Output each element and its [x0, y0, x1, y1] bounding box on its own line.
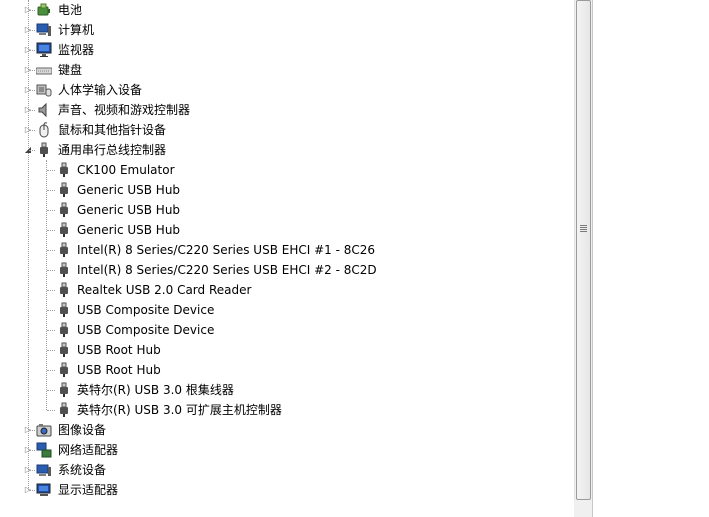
usb-device-item[interactable]: Intel(R) 8 Series/C220 Series USB EHCI #… [0, 260, 574, 280]
tree-item-label: 声音、视频和游戏控制器 [58, 103, 191, 117]
tree-connector [29, 430, 35, 431]
system-device-icon [36, 462, 52, 478]
usb-device-label: USB Root Hub [77, 343, 161, 357]
computer-icon [36, 22, 52, 38]
tree-item-monitor[interactable]: 监视器 [0, 40, 574, 60]
usb-device-icon [56, 322, 72, 338]
usb-device-label: 英特尔(R) USB 3.0 可扩展主机控制器 [77, 403, 282, 417]
tree-item-label: 人体学输入设备 [58, 83, 143, 97]
tree-connector [29, 470, 35, 471]
usb-device-label: Generic USB Hub [77, 183, 181, 197]
usb-device-icon [56, 302, 72, 318]
usb-device-item[interactable]: Generic USB Hub [0, 220, 574, 240]
tree-item-label: 通用串行总线控制器 [58, 143, 167, 157]
usb-device-item[interactable]: USB Root Hub [0, 360, 574, 380]
usb-device-label: CK100 Emulator [77, 163, 175, 177]
tree-item-label: 网络适配器 [58, 443, 119, 457]
tree-item-label: 电池 [58, 3, 83, 17]
tree-connector [29, 490, 35, 491]
tree-connector [29, 130, 35, 131]
keyboard-icon [35, 62, 53, 78]
usb-device-icon [56, 362, 72, 378]
usb-device-item[interactable]: Generic USB Hub [0, 200, 574, 220]
tree-item-system[interactable]: 系统设备 [0, 460, 574, 480]
tree-connector [29, 110, 35, 111]
usb-device-item[interactable]: CK100 Emulator [0, 160, 574, 180]
tree-connector [29, 50, 35, 51]
usb-device-label: Generic USB Hub [77, 223, 181, 237]
usb-device-icon [56, 382, 72, 398]
tree-item-battery[interactable]: 电池 [0, 0, 574, 20]
camera-icon [36, 422, 52, 438]
network-adapter-icon [36, 442, 52, 458]
tree-item-label: 键盘 [58, 63, 83, 77]
speaker-icon [36, 102, 52, 118]
tree-connector [29, 450, 35, 451]
vertical-scrollbar[interactable] [574, 0, 592, 517]
tree-item-mouse[interactable]: 鼠标和其他指针设备 [0, 120, 574, 140]
tree-item-label: 系统设备 [58, 463, 107, 477]
battery-icon [36, 2, 52, 18]
usb-device-icon [56, 342, 72, 358]
usb-device-icon [56, 242, 72, 258]
usb-device-icon [56, 282, 72, 298]
usb-device-item[interactable]: Realtek USB 2.0 Card Reader [0, 280, 574, 300]
hid-icon [36, 82, 52, 98]
tree-item-label: 监视器 [58, 43, 95, 57]
tree-item-display-adapters[interactable]: 显示适配器 [0, 480, 574, 500]
tree-item-label: 显示适配器 [58, 483, 119, 497]
usb-device-item[interactable]: 英特尔(R) USB 3.0 根集线器 [0, 380, 574, 400]
usb-device-item[interactable]: USB Composite Device [0, 300, 574, 320]
usb-device-item[interactable]: Intel(R) 8 Series/C220 Series USB EHCI #… [0, 240, 574, 260]
tree-item-label: 鼠标和其他指针设备 [58, 123, 167, 137]
device-tree: 电池 计算机 监视器 键盘 [0, 0, 574, 517]
monitor-icon [36, 42, 52, 58]
tree-item-label: 图像设备 [58, 423, 107, 437]
usb-device-icon [56, 202, 72, 218]
tree-connector [29, 10, 35, 11]
tree-item-label: 计算机 [58, 23, 95, 37]
usb-icon [36, 142, 52, 158]
usb-device-label: USB Root Hub [77, 363, 161, 377]
usb-device-item[interactable]: USB Root Hub [0, 340, 574, 360]
tree-item-imaging[interactable]: 图像设备 [0, 420, 574, 440]
tree-connector [29, 30, 35, 31]
scrollbar-thumb[interactable] [576, 0, 591, 500]
tree-item-keyboard[interactable]: 键盘 [0, 60, 574, 80]
window-border [592, 0, 597, 517]
mouse-icon [36, 122, 52, 138]
usb-device-icon [56, 162, 72, 178]
tree-item-sound[interactable]: 声音、视频和游戏控制器 [0, 100, 574, 120]
usb-device-label: Intel(R) 8 Series/C220 Series USB EHCI #… [77, 243, 376, 257]
usb-device-item[interactable]: Generic USB Hub [0, 180, 574, 200]
usb-device-label: Generic USB Hub [77, 203, 181, 217]
usb-device-label: USB Composite Device [77, 303, 215, 317]
usb-device-item[interactable]: 英特尔(R) USB 3.0 可扩展主机控制器 [0, 400, 574, 420]
usb-device-icon [56, 262, 72, 278]
display-adapter-icon [36, 482, 52, 498]
tree-item-network[interactable]: 网络适配器 [0, 440, 574, 460]
tree-connector [29, 70, 35, 71]
grip-icon [580, 225, 587, 232]
tree-item-usb-controllers[interactable]: 通用串行总线控制器 [0, 140, 574, 160]
usb-device-item[interactable]: USB Composite Device [0, 320, 574, 340]
tree-connector [29, 150, 35, 151]
usb-device-label: USB Composite Device [77, 323, 215, 337]
usb-device-label: Intel(R) 8 Series/C220 Series USB EHCI #… [77, 263, 377, 277]
usb-device-label: 英特尔(R) USB 3.0 根集线器 [77, 383, 234, 397]
usb-device-icon [56, 402, 72, 418]
tree-item-computer[interactable]: 计算机 [0, 20, 574, 40]
usb-device-label: Realtek USB 2.0 Card Reader [77, 283, 252, 297]
usb-device-icon [56, 182, 72, 198]
tree-connector [29, 90, 35, 91]
usb-device-icon [56, 222, 72, 238]
tree-item-hid[interactable]: 人体学输入设备 [0, 80, 574, 100]
device-manager-window: 电池 计算机 监视器 键盘 [0, 0, 709, 517]
